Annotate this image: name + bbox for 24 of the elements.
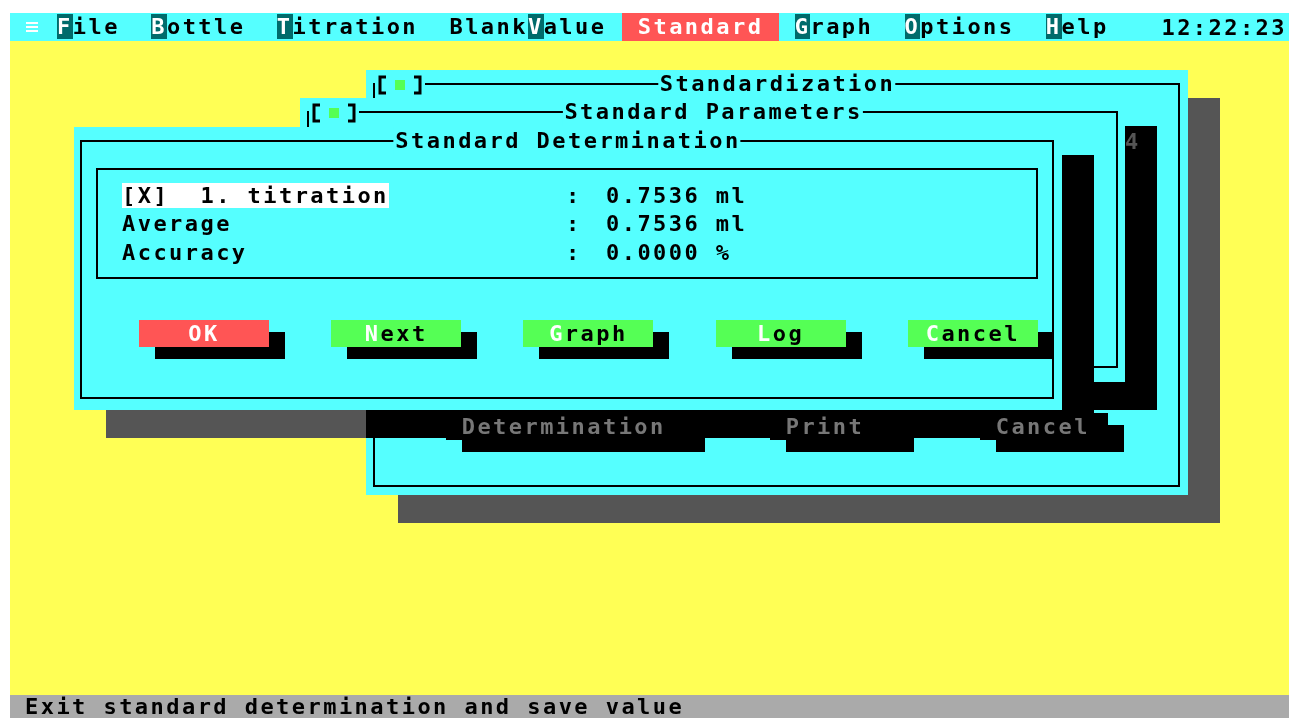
result-value: 0.7536 ml [606,182,748,208]
dialog-button[interactable]: Cancel [980,413,1108,440]
separator: : [566,182,583,208]
menu-item[interactable]: T itration [261,13,434,41]
dialog-button[interactable]: Log [715,320,846,347]
result-value: 0.0000 % [606,239,732,265]
menu-item[interactable]: BlankValue [433,13,623,41]
menu-item[interactable]: G raph [779,13,889,41]
dialog-button[interactable]: Cancel [907,320,1038,347]
menu-item[interactable]: O ptions [888,13,1031,41]
clock: 12:22:23 [1161,14,1288,40]
menu-item[interactable]: Bottle [135,13,262,41]
menu-item[interactable]: Help [1030,13,1125,41]
result-value: 0.7536 ml [606,211,748,237]
dialog-button[interactable]: G raph [523,320,654,347]
menu-item[interactable]: F ile [41,13,136,41]
dialog-button[interactable]: Next [331,320,462,347]
status-bar: Exit standard determination and save value [10,695,1289,718]
separator: : [566,211,583,237]
separator: : [566,239,583,265]
result-label[interactable]: Average [122,211,232,237]
result-label[interactable]: Accuracy [122,239,248,265]
hidden-label: 4 [1125,128,1141,156]
result-label[interactable]: [X] 1. titration [122,182,389,208]
